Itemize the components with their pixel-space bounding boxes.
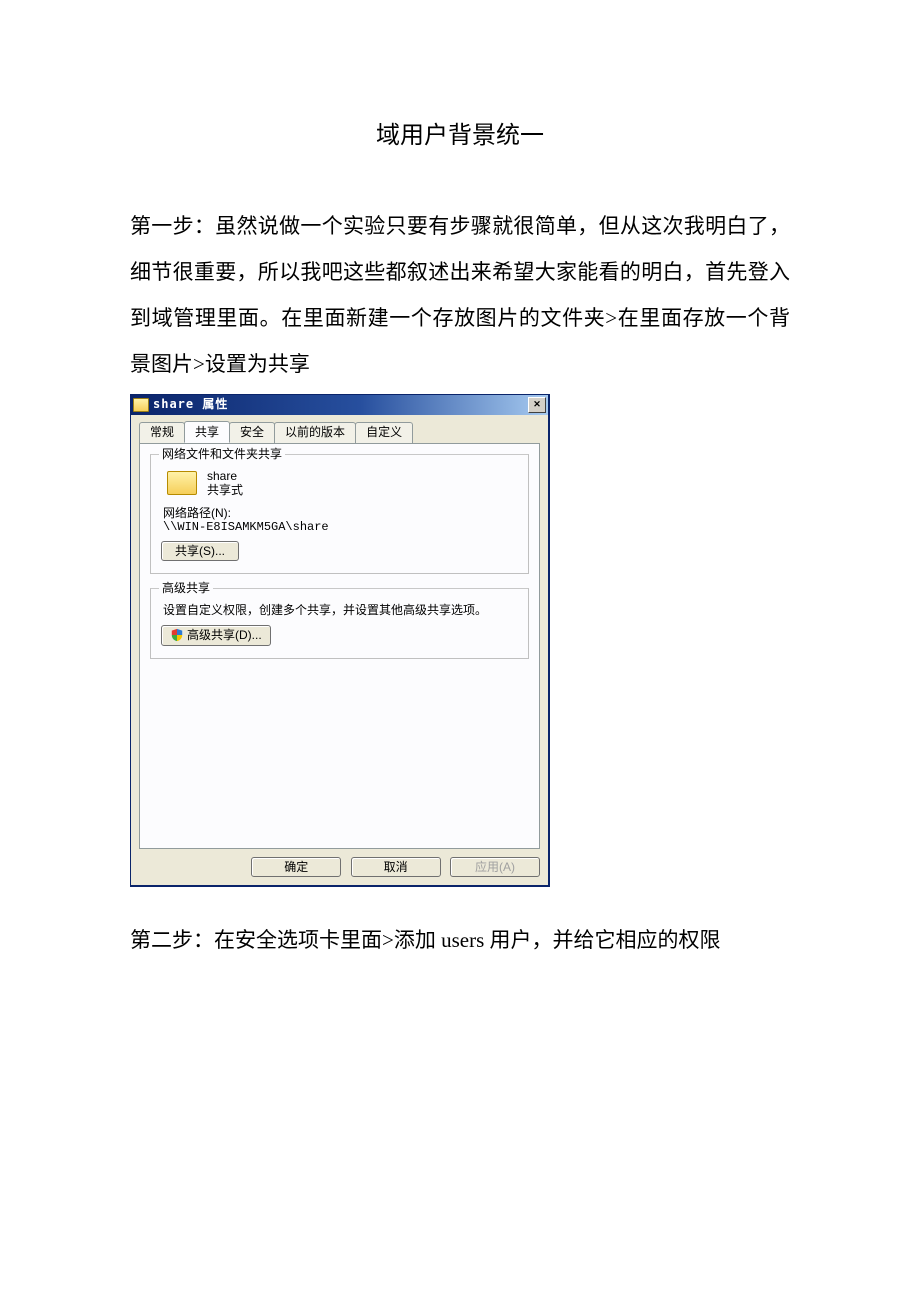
- group-network-sharing: 网络文件和文件夹共享 share 共享式 网络路径(N): \\WIN-E8IS…: [150, 454, 529, 574]
- document-page: 域用户背景统一 第一步：虽然说做一个实验只要有步骤就很简单，但从这次我明白了，细…: [0, 0, 920, 1030]
- network-path-label: 网络路径(N):: [163, 506, 518, 520]
- folder-icon: [133, 398, 149, 412]
- paragraph-step2: 第二步：在安全选项卡里面>添加 users 用户，并给它相应的权限: [130, 917, 790, 963]
- advanced-share-button-label: 高级共享(D)...: [187, 628, 262, 642]
- shield-icon: [170, 628, 184, 642]
- properties-dialog: share 属性 ✕ 常规 共享 安全 以前的版本 自定义 网络文件和文件夹共享: [130, 394, 550, 888]
- group-legend: 高级共享: [159, 581, 213, 595]
- advanced-share-button[interactable]: 高级共享(D)...: [161, 625, 271, 645]
- tab-custom[interactable]: 自定义: [355, 422, 413, 444]
- network-path-value: \\WIN-E8ISAMKM5GA\share: [163, 520, 518, 534]
- cancel-button[interactable]: 取消: [351, 857, 441, 877]
- apply-button[interactable]: 应用(A): [450, 857, 540, 877]
- share-status: 共享式: [207, 483, 243, 497]
- paragraph-step1: 第一步：虽然说做一个实验只要有步骤就很简单，但从这次我明白了，细节很重要，所以我…: [130, 203, 790, 388]
- tab-previous-versions[interactable]: 以前的版本: [274, 422, 356, 444]
- folder-icon: [167, 471, 197, 495]
- tab-strip: 常规 共享 安全 以前的版本 自定义: [139, 421, 540, 444]
- group-advanced-sharing: 高级共享 设置自定义权限，创建多个共享，并设置其他高级共享选项。: [150, 588, 529, 659]
- share-folder-row: share 共享式: [167, 469, 518, 498]
- advanced-desc: 设置自定义权限，创建多个共享，并设置其他高级共享选项。: [163, 603, 518, 617]
- share-folder-text: share 共享式: [207, 469, 243, 498]
- tab-general[interactable]: 常规: [139, 422, 185, 444]
- share-button[interactable]: 共享(S)...: [161, 541, 239, 561]
- ok-button[interactable]: 确定: [251, 857, 341, 877]
- dialog-button-row: 确定 取消 应用(A): [139, 849, 540, 877]
- close-icon[interactable]: ✕: [528, 397, 546, 413]
- dialog-body: 常规 共享 安全 以前的版本 自定义 网络文件和文件夹共享 share 共享式: [131, 415, 548, 886]
- dialog-titlebar[interactable]: share 属性 ✕: [131, 395, 548, 415]
- tab-panel-share: 网络文件和文件夹共享 share 共享式 网络路径(N): \\WIN-E8IS…: [139, 443, 540, 849]
- doc-title: 域用户背景统一: [130, 110, 790, 163]
- dialog-title: share 属性: [153, 397, 528, 411]
- group-legend: 网络文件和文件夹共享: [159, 447, 285, 461]
- tab-share[interactable]: 共享: [184, 421, 230, 443]
- tab-security[interactable]: 安全: [229, 422, 275, 444]
- screenshot-figure: share 属性 ✕ 常规 共享 安全 以前的版本 自定义 网络文件和文件夹共享: [130, 394, 790, 888]
- folder-name: share: [207, 469, 243, 483]
